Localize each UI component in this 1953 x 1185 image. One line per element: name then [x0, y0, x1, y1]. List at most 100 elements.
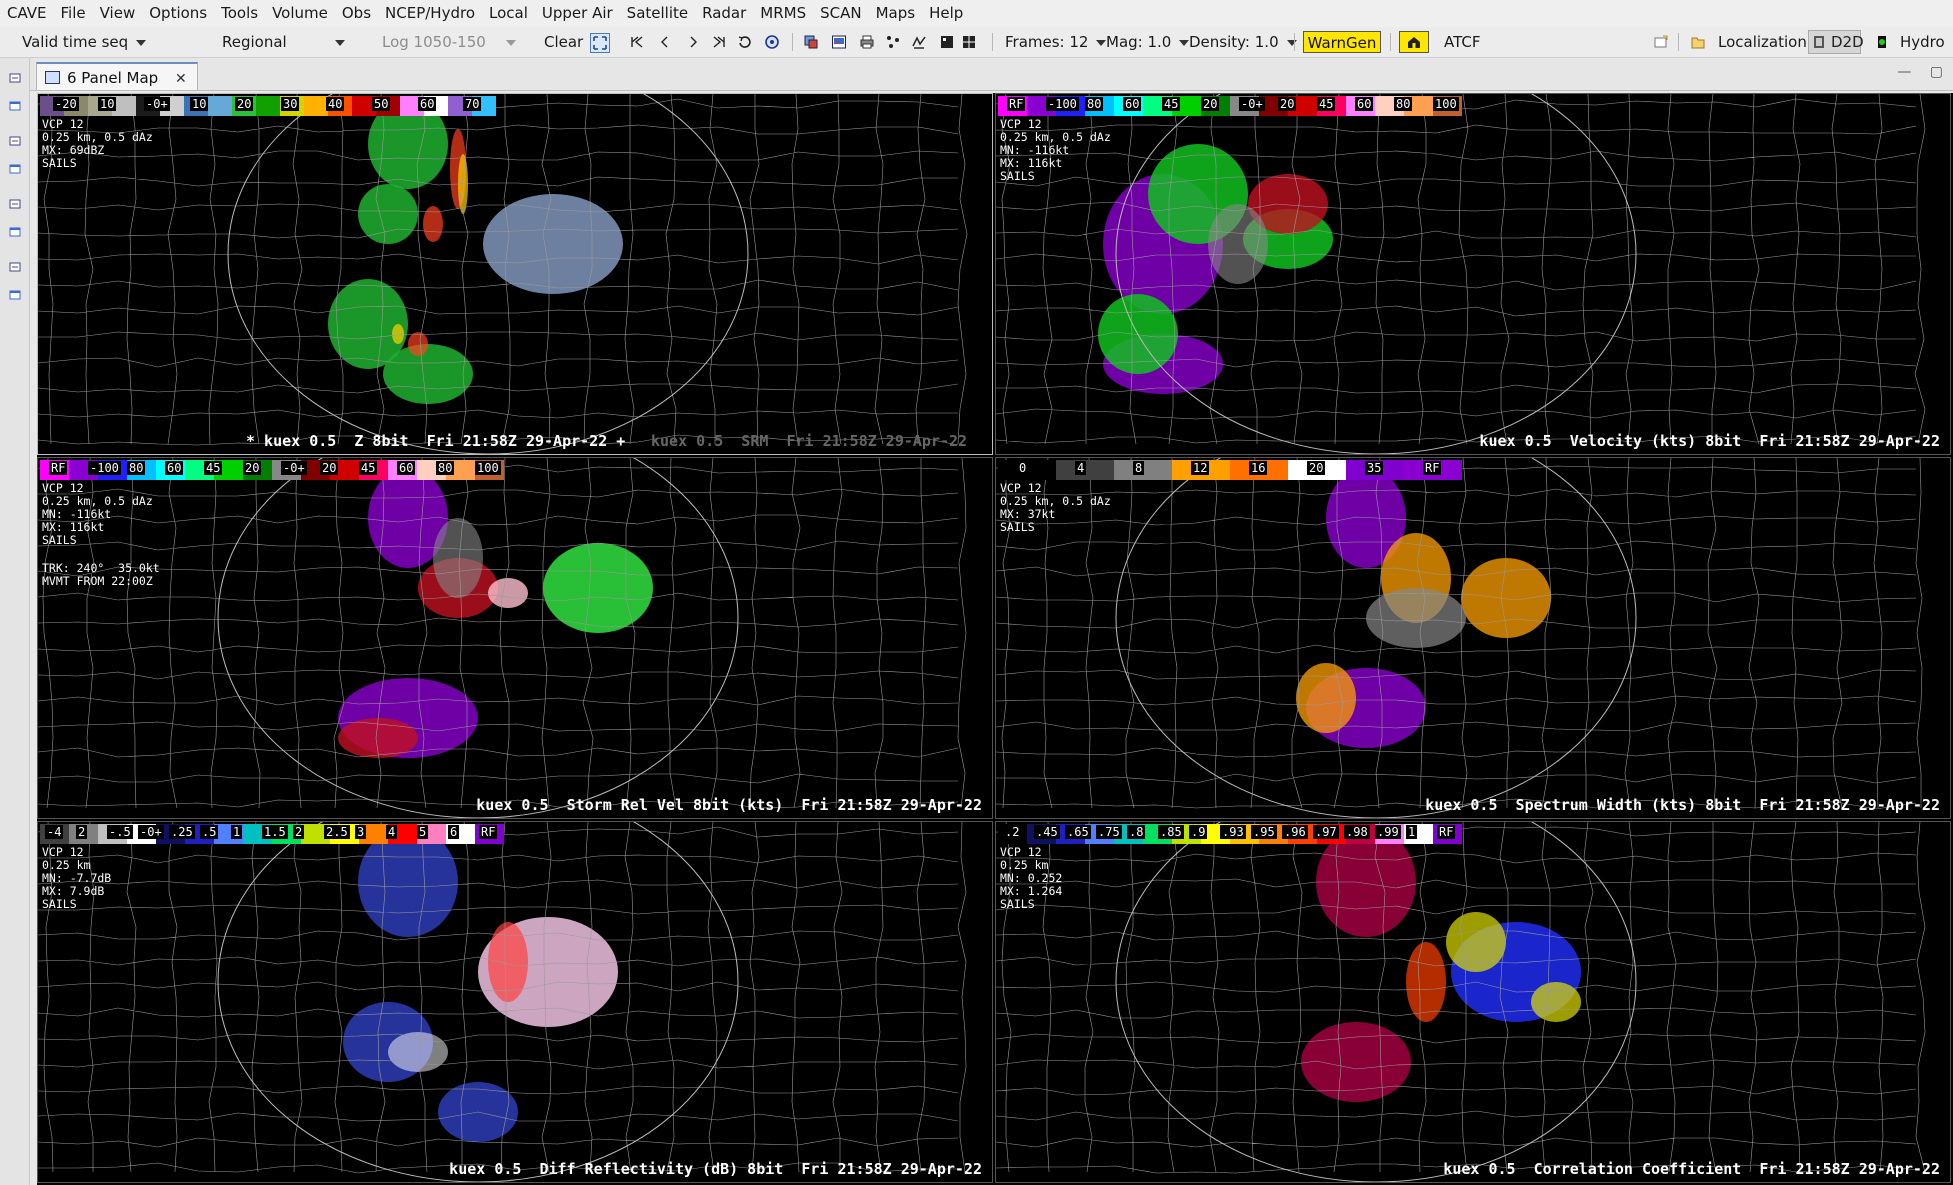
clear-button[interactable]: Clear [544, 27, 583, 57]
four-panel-button[interactable] [960, 33, 978, 51]
menu-scan[interactable]: SCAN [813, 0, 868, 27]
colorbar-segment [304, 96, 328, 116]
first-frame-icon [631, 36, 643, 48]
menu-file[interactable]: File [54, 0, 93, 27]
colorbar-label: 80 [127, 461, 146, 475]
panel-correlation-coefficient[interactable]: .2 .45 .65 .75 .8 .85 .9 .93 .95 .96 .97 .98 .99 1 RF V… [995, 821, 1951, 1183]
product-title[interactable]: kuex 0.5 Velocity (kts) 8bit Fri 21:58Z … [1479, 432, 1940, 450]
colorbar-label: 2 [76, 825, 88, 839]
menu-obs[interactable]: Obs [335, 0, 378, 27]
panel-spectrum-width[interactable]: 0 4 8 12 16 20 35 RF VCP 12 0.25 km, 0.5 dAz MX:… [995, 457, 1951, 819]
localization-perspective[interactable]: Localization [1718, 27, 1807, 57]
last-frame-button[interactable] [710, 33, 728, 51]
menu-cave[interactable]: CAVE [0, 0, 54, 27]
panel-velocity[interactable]: RF -100 80 60 45 20 -0+ 20 45 60 80 100 VCP 12 0.25 … [995, 93, 1951, 455]
product-title[interactable]: kuex 0.5 Spectrum Width (kts) 8bit Fri 2… [1425, 796, 1940, 814]
panel-diff-reflectivity[interactable]: -4 2 -.5 -0+ .25 .5 1 1.5 2 2.5 3 4 5 6 RF VCP 12 0.25 … [37, 821, 993, 1183]
minimize-icon[interactable]: — [1897, 64, 1911, 80]
colorbar-label: .99 [1375, 825, 1401, 839]
panel-icon[interactable] [9, 290, 21, 300]
colorbar-label: 20 [1201, 97, 1220, 111]
map-canvas [996, 822, 1926, 1182]
print-button[interactable] [858, 33, 876, 51]
colorbar-label: 35 [1365, 461, 1384, 475]
atcf-button[interactable] [1399, 31, 1429, 53]
menu-help[interactable]: Help [922, 0, 970, 27]
six-panel-map-display[interactable]: -20 10 -0+ 10 20 30 40 50 60 70 VCP 12 0.25 km, 0.… [37, 93, 1953, 1185]
zoom-fit-button[interactable] [590, 33, 610, 53]
colorbar-label: 45 [204, 461, 223, 475]
drawing-tool-button[interactable] [910, 33, 928, 51]
localization-icon-button[interactable] [1689, 33, 1707, 51]
panel-icon[interactable] [9, 262, 21, 272]
colorbar-label: 60 [1355, 97, 1374, 111]
product-title[interactable]: kuex 0.5 Diff Reflectivity (dB) 8bit Fri… [449, 1160, 982, 1178]
secondary-product-title[interactable]: kuex 0.5 SRM Fri 21:58Z 29-Apr-22 [651, 432, 967, 450]
time-mode-dropdown[interactable]: Valid time seq [22, 27, 147, 57]
loop-properties-button[interactable] [763, 33, 781, 51]
frames-dropdown[interactable]: Frames: 12 [1005, 27, 1107, 57]
d2d-label: D2D [1831, 33, 1864, 51]
loop-button[interactable] [736, 33, 754, 51]
colorbar-label: 45 [359, 461, 378, 475]
product-title[interactable]: kuex 0.5 Correlation Coefficient Fri 21:… [1443, 1160, 1940, 1178]
panel-icon[interactable] [9, 136, 21, 146]
menu-radar[interactable]: Radar [695, 0, 753, 27]
colorbar-label: .5 [200, 825, 219, 839]
panel-reflectivity[interactable]: -20 10 -0+ 10 20 30 40 50 60 70 VCP 12 0.25 km, 0.… [37, 93, 993, 455]
scale-dropdown[interactable]: Regional [222, 27, 345, 57]
layer-manager-button[interactable] [802, 33, 820, 51]
panel-srm[interactable]: RF -100 80 60 45 20 -0+ 20 45 60 80 100 VCP 12 0.25 … [37, 457, 993, 819]
colorbar-label: 60 [418, 97, 437, 111]
menu-ncep-hydro[interactable]: NCEP/Hydro [378, 0, 482, 27]
menu-tools[interactable]: Tools [214, 0, 265, 27]
colorbar-label: RF [1437, 825, 1456, 839]
chevron-down-icon [1179, 39, 1190, 46]
warngen-button[interactable]: WarnGen [1303, 31, 1381, 53]
magnification-dropdown[interactable]: Mag: 1.0 [1106, 27, 1190, 57]
menu-view[interactable]: View [93, 0, 143, 27]
first-frame-button[interactable] [628, 33, 646, 51]
panel-icon[interactable] [9, 101, 21, 111]
menu-satellite[interactable]: Satellite [620, 0, 695, 27]
radar-echo [1446, 912, 1506, 972]
panel-icon[interactable] [9, 227, 21, 237]
product-title[interactable]: kuex 0.5 Storm Rel Vel 8bit (kts) Fri 21… [476, 796, 982, 814]
colorbar-label: 3 [355, 825, 367, 839]
menu-maps[interactable]: Maps [869, 0, 922, 27]
colorbar-label: 12 [1191, 461, 1210, 475]
next-frame-button[interactable] [684, 33, 702, 51]
colorbar-label: 45 [1317, 97, 1336, 111]
menu-local[interactable]: Local [482, 0, 535, 27]
colorbar-label: 30 [281, 97, 300, 111]
load-mode-dropdown[interactable]: Log 1050-150 [382, 27, 516, 57]
layers-icon [804, 35, 818, 49]
colorbar-label: .45 [1034, 825, 1060, 839]
panel-icon[interactable] [9, 73, 21, 83]
colorbar-label: 8 [1133, 461, 1145, 475]
editor-tab-6-panel-map[interactable]: 6 Panel Map ✕ [36, 62, 198, 90]
product-info: VCP 12 0.25 km, 0.5 dAz MN: -116kt MX: 1… [1000, 117, 1111, 183]
previous-frame-button[interactable] [656, 33, 674, 51]
menu-options[interactable]: Options [142, 0, 214, 27]
product-title[interactable]: * kuex 0.5 Z 8bit Fri 21:58Z 29-Apr-22 + [246, 432, 625, 450]
colorbar-label: 60 [165, 461, 184, 475]
panel-icon[interactable] [9, 199, 21, 209]
panel-icon[interactable] [9, 164, 21, 174]
colorbar-label: 4 [1075, 461, 1087, 475]
menu-upper-air[interactable]: Upper Air [535, 0, 620, 27]
menu-mrms[interactable]: MRMS [753, 0, 813, 27]
close-icon[interactable]: ✕ [175, 71, 187, 87]
single-panel-button[interactable] [938, 33, 956, 51]
perspective-switch-button[interactable] [1652, 33, 1670, 51]
menu-volume[interactable]: Volume [265, 0, 335, 27]
hydro-perspective[interactable]: Hydro [1900, 27, 1945, 57]
points-tool-button[interactable] [884, 33, 902, 51]
colorbar-label: 20 [235, 97, 254, 111]
chevron-left-icon [661, 36, 668, 48]
image-properties-button[interactable] [830, 33, 848, 51]
atcf-label[interactable]: ATCF [1444, 27, 1480, 57]
density-dropdown[interactable]: Density: 1.0 [1189, 27, 1297, 57]
maximize-icon[interactable]: ▢ [1930, 64, 1943, 80]
map-canvas [996, 94, 1926, 454]
